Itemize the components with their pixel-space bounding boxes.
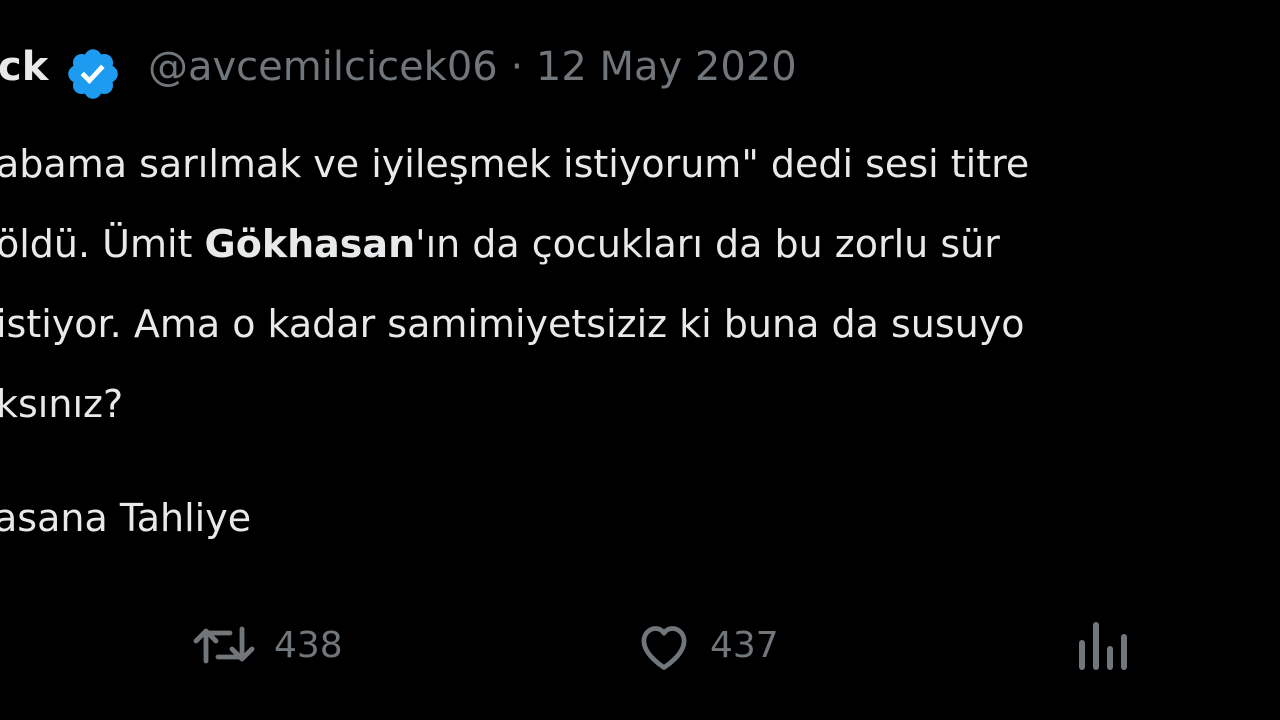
heart-icon: [641, 626, 687, 670]
verified-badge-icon: [68, 49, 118, 99]
like-button[interactable]: 437: [634, 610, 779, 680]
meta-separator: ·: [510, 44, 524, 90]
retweet-count: 438: [274, 624, 343, 666]
tweet-text-fragment: 'ın da çocukları da bu zorlu sür: [415, 222, 1000, 266]
hashtag-text: asana Tahliye: [0, 496, 252, 540]
tweet-text-line: öldü. Ümit Gökhasan'ın da çocukları da b…: [0, 204, 1280, 284]
tweet-text-line: istiyor. Ama o kadar samimiyetsiziz ki b…: [0, 302, 1025, 346]
retweet-icon: [193, 626, 255, 664]
analytics-icon: [1079, 622, 1127, 670]
retweet-button[interactable]: 438: [190, 610, 343, 680]
tweet-text-line: ksınız?: [0, 382, 124, 426]
highlighted-name: Gökhasan: [204, 222, 416, 266]
tweet-meta: @avcemilcicek06 · 12 May 2020: [148, 44, 797, 90]
tweet-text-line: abama sarılmak ve iyileşmek istiyorum" d…: [0, 142, 1030, 186]
tweet-date[interactable]: 12 May 2020: [536, 44, 797, 90]
author-handle[interactable]: @avcemilcicek06: [148, 44, 498, 90]
tweet-text: abama sarılmak ve iyileşmek istiyorum" d…: [0, 124, 1280, 444]
tweet-text-fragment: öldü. Ümit: [0, 222, 205, 266]
author-name[interactable]: ck: [0, 44, 48, 90]
like-count: 437: [710, 624, 779, 666]
analytics-button[interactable]: [1074, 610, 1130, 680]
tweet-actions: 438 437: [0, 610, 1280, 680]
tweet-card: ck @avcemilcicek06 · 12 May 2020 abama s…: [0, 0, 1280, 720]
